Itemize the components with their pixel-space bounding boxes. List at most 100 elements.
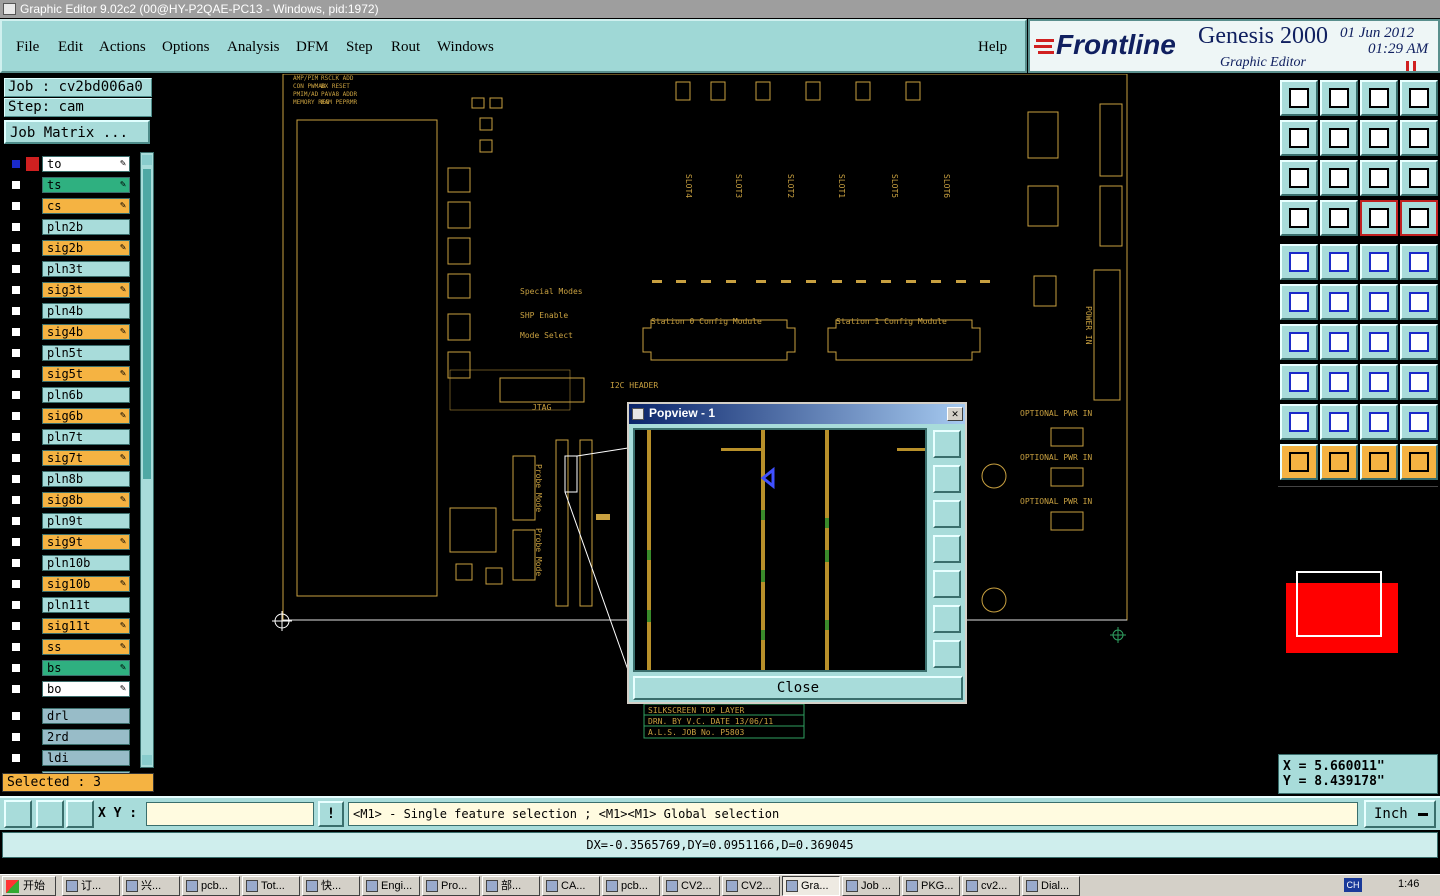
layer-checkbox[interactable] [10,710,22,722]
layer-name[interactable]: 2rd [42,729,130,745]
select-box-button[interactable] [1320,444,1358,480]
layer-row-pln11t[interactable]: pln11t [6,597,142,613]
layer-name[interactable]: pln11t [42,597,130,613]
layer-row-pln10b[interactable]: pln10b [6,555,142,571]
layer-row-pln2b[interactable]: pln2b [6,219,142,235]
copy-button[interactable] [1400,284,1438,320]
select-route-button[interactable] [1400,444,1438,480]
job-matrix-button[interactable]: Job Matrix ... [4,120,150,144]
layer-name[interactable]: pln3t [42,261,130,277]
layer-checkbox[interactable] [10,641,22,653]
taskbar-button[interactable]: pcb... [602,876,660,896]
select-net-button[interactable] [1360,444,1398,480]
layer-row-pln4b[interactable]: pln4b [6,303,142,319]
taskbar-button[interactable]: Job ... [842,876,900,896]
move-button[interactable] [1360,284,1398,320]
layer-compare-button[interactable] [1360,200,1398,236]
layer-name[interactable]: ts [42,177,130,193]
menu-help[interactable]: Help [978,39,1007,56]
menu-edit[interactable]: Edit [58,39,83,56]
layer-row-ss[interactable]: ss ✎ [6,639,142,655]
menu-dfm[interactable]: DFM [296,39,329,56]
taskbar-button[interactable]: CA... [542,876,600,896]
layer-checkbox[interactable] [10,662,22,674]
taskbar-button[interactable]: PKG... [902,876,960,896]
help-button[interactable] [1400,160,1438,196]
layer-checkbox[interactable] [10,731,22,743]
layer-row-pln6b[interactable]: pln6b [6,387,142,403]
zoom-home-button[interactable] [1280,80,1318,116]
layer-name[interactable]: sig4b [42,324,130,340]
layer-row-drl[interactable]: drl [6,708,142,724]
layer-name[interactable]: pln10b [42,555,130,571]
split-view-button[interactable] [1400,80,1438,116]
layer-row-pln7t[interactable]: pln7t [6,429,142,445]
layer-checkbox[interactable] [10,305,22,317]
layer-row-sig9t[interactable]: sig9t ✎ [6,534,142,550]
measure-button[interactable] [36,800,64,828]
add-pad-button[interactable] [1280,244,1318,280]
layer-checkbox[interactable] [10,599,22,611]
layer-name[interactable]: sig9t [42,534,130,550]
taskbar-button[interactable]: Engi... [362,876,420,896]
grid-button[interactable] [66,800,94,828]
add-poly-button[interactable] [1320,244,1358,280]
layer-name[interactable]: sig10b [42,576,130,592]
layer-checkbox[interactable] [10,452,22,464]
layer-checkbox[interactable] [10,263,22,275]
zoom-back-button[interactable] [1320,80,1358,116]
trace-button[interactable] [1320,324,1358,360]
line-button[interactable] [1280,324,1318,360]
zoom-center-button[interactable] [1320,160,1358,196]
popview-pan-left-button[interactable] [933,535,961,563]
rotate-view-button[interactable] [1400,120,1438,156]
measure-button[interactable] [1320,200,1358,236]
layer-row-sig10b[interactable]: sig10b ✎ [6,576,142,592]
layer-row-pln3t[interactable]: pln3t [6,261,142,277]
layer-checkbox[interactable] [10,557,22,569]
taskbar-button[interactable]: Pro... [422,876,480,896]
resize-button[interactable] [1360,364,1398,400]
popview-pan-right-button[interactable] [933,570,961,598]
layer-name[interactable]: sig3t [42,282,130,298]
zoom-fit-button[interactable] [1280,160,1318,196]
taskbar-button[interactable]: cv2... [962,876,1020,896]
layer-name[interactable]: sig8b [42,492,130,508]
layer-row-2rd[interactable]: 2rd [6,729,142,745]
layer-name[interactable]: bo [42,681,130,697]
layer-row-sig2b[interactable]: sig2b ✎ [6,240,142,256]
pan-right-button[interactable] [1320,120,1358,156]
layer-row-cs[interactable]: cs ✎ [6,198,142,214]
layer-checkbox[interactable] [10,326,22,338]
layer-row-to[interactable]: to ✎ [6,156,142,172]
layer-checkbox[interactable] [10,536,22,548]
taskbar-button[interactable]: Tot... [242,876,300,896]
popview-zoom-out-button[interactable] [933,640,961,668]
layer-name[interactable]: bs [42,660,130,676]
group-button[interactable] [1400,364,1438,400]
layer-row-bo[interactable]: bo ✎ [6,681,142,697]
xy-input[interactable] [146,802,314,826]
layer-checkbox[interactable] [10,431,22,443]
layer-name[interactable]: pln5t [42,345,130,361]
layer-name[interactable]: ss [42,639,130,655]
layer-name[interactable]: pln4b [42,303,130,319]
triangle-a3-button[interactable] [1400,404,1438,440]
layer-checkbox[interactable] [10,221,22,233]
start-button[interactable]: 开始 [2,876,56,896]
layer-name[interactable]: pln7t [42,429,130,445]
layer-name[interactable]: ldi [42,750,130,766]
layer-row-pln8b[interactable]: pln8b [6,471,142,487]
layer-checkbox[interactable] [10,494,22,506]
layer-name[interactable]: sig5t [42,366,130,382]
layer-name[interactable]: pln2b [42,219,130,235]
layer-row-sig11t[interactable]: sig11t ✎ [6,618,142,634]
scroll-thumb[interactable] [143,169,151,479]
popview-pan-down-button[interactable] [933,500,961,528]
taskbar-button[interactable]: Gra... [782,876,840,896]
triangle-a-button[interactable] [1320,404,1358,440]
menu-rout[interactable]: Rout [391,39,420,56]
zoom-10-button[interactable] [1360,120,1398,156]
layer-checkbox[interactable] [10,389,22,401]
triangle-button[interactable] [1280,404,1318,440]
